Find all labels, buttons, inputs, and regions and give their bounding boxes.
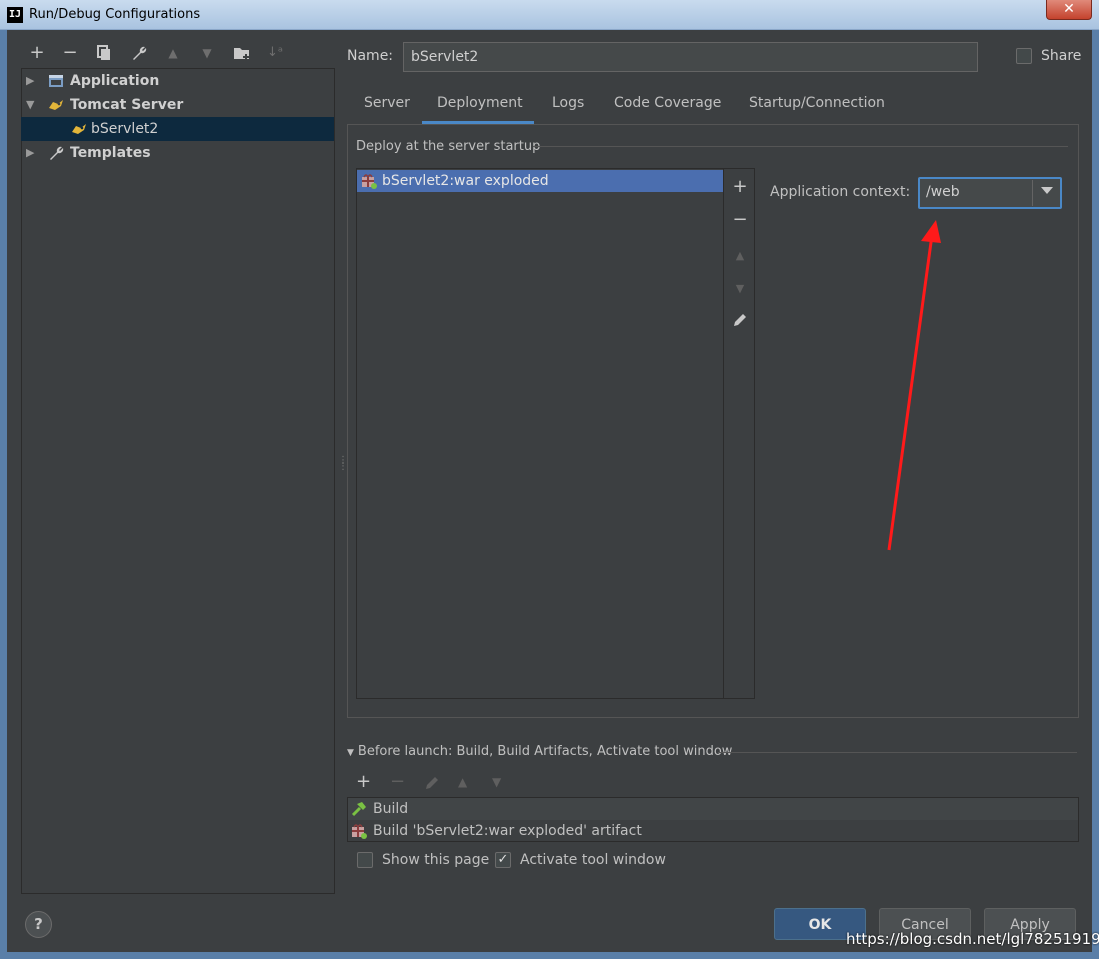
share-checkbox[interactable] [1016,48,1032,64]
tab-deployment[interactable]: Deployment [437,95,523,123]
window-title: Run/Debug Configurations [29,7,201,22]
add-task-icon[interactable]: + [356,771,371,792]
intellij-app-icon: IJ [7,7,23,23]
expand-arrow-icon[interactable]: ▶ [26,69,34,93]
collapse-arrow-icon[interactable]: ▼ [26,93,34,117]
tree-item-templates[interactable]: ▶ Templates [21,141,334,165]
add-icon[interactable]: + [26,42,48,64]
deploy-section-title: Deploy at the server startup [356,139,541,154]
help-button[interactable]: ? [25,911,52,938]
application-icon [49,75,63,87]
show-page-checkbox[interactable] [357,852,373,868]
show-page-label: Show this page [382,852,490,868]
dropdown-arrow-icon[interactable] [1041,187,1053,194]
tab-startup-connection[interactable]: Startup/Connection [749,95,885,123]
before-launch-task[interactable]: Build [348,798,1078,820]
tab-logs[interactable]: Logs [552,95,584,123]
move-down-icon[interactable]: ▼ [196,42,218,64]
tree-item-bservlet2[interactable]: bServlet2 [21,117,334,141]
artifact-icon [352,824,367,839]
add-artifact-icon[interactable]: + [730,176,750,197]
build-hammer-icon [351,802,366,817]
window-close-button[interactable]: ✕ [1046,0,1092,20]
share-label: Share [1041,48,1082,64]
combo-divider [1032,180,1033,206]
section-divider [718,752,1077,753]
tomcat-icon [49,100,63,110]
move-down-icon[interactable]: ▼ [730,282,750,295]
deploy-artifact-item[interactable]: bServlet2:war exploded [357,170,723,192]
before-launch-task[interactable]: Build 'bServlet2:war exploded' artifact [348,820,1078,842]
edit-pencil-icon[interactable] [424,771,440,796]
activate-tool-window-checkbox[interactable]: ✓ [495,852,511,868]
activate-tool-window-label: Activate tool window [520,852,666,868]
sort-icon[interactable]: ↓ᵃ [264,42,286,64]
collapse-arrow-icon[interactable]: ▼ [347,748,354,758]
wrench-icon [50,146,64,160]
edit-pencil-icon[interactable] [730,312,750,333]
copy-icon[interactable] [93,42,115,64]
wrench-icon[interactable] [128,42,150,64]
tree-item-application[interactable]: ▶ Application [21,69,334,93]
move-up-icon[interactable]: ▲ [458,775,467,789]
deploy-artifact-list[interactable] [356,168,724,699]
before-launch-header[interactable]: ▼ Before launch: Build, Build Artifacts, … [347,744,732,759]
move-down-icon[interactable]: ▼ [492,775,501,789]
move-up-icon[interactable]: ▲ [730,249,750,262]
config-tree [21,68,335,894]
expand-arrow-icon[interactable]: ▶ [26,141,34,165]
tab-code-coverage[interactable]: Code Coverage [614,95,721,123]
artifact-icon [362,174,377,189]
application-context-value[interactable]: /web [926,184,960,200]
new-folder-icon[interactable] [231,42,253,64]
panel-splitter[interactable]: ⋮⋮ [338,456,348,476]
remove-icon[interactable]: − [59,42,81,64]
tomcat-icon [72,124,86,134]
name-label: Name: [347,48,394,64]
name-input[interactable]: bServlet2 [403,42,978,72]
remove-artifact-icon[interactable]: − [730,209,750,230]
watermark-url: https://blog.csdn.net/lgl782519197 [846,930,1099,948]
annotation-arrow [887,220,941,551]
move-up-icon[interactable]: ▲ [162,42,184,64]
tab-server[interactable]: Server [364,95,410,123]
application-context-label: Application context: [770,184,911,200]
deploy-list-toolbar [724,168,755,699]
remove-task-icon[interactable]: − [390,771,405,792]
section-divider [533,146,1068,147]
tree-item-tomcat-server[interactable]: ▼ Tomcat Server [21,93,334,117]
